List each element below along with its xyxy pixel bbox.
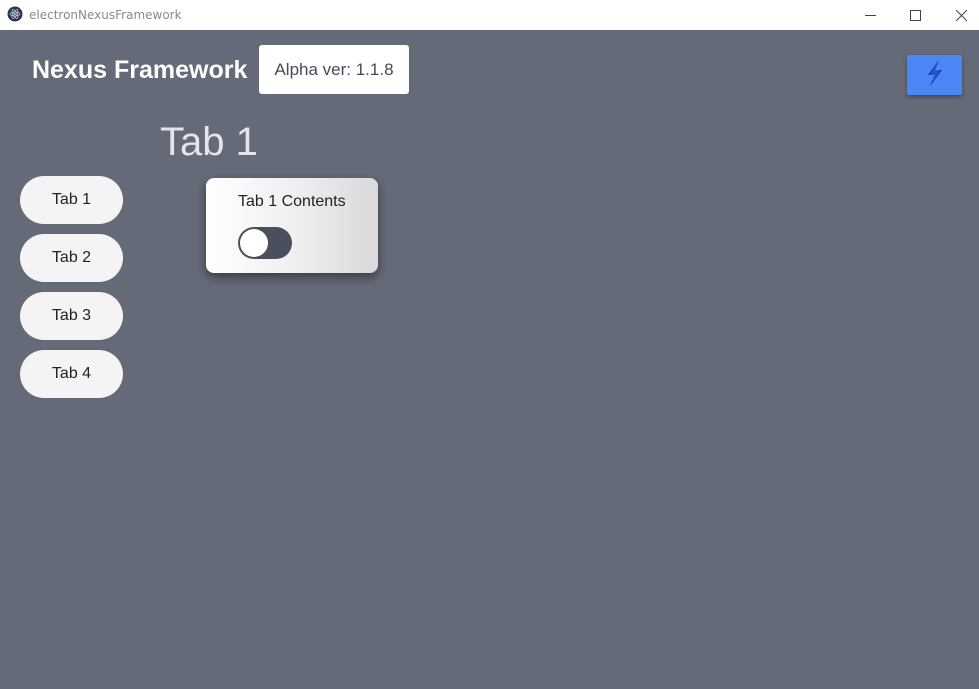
close-icon [955,9,967,21]
page-title: Tab 1 [160,120,258,164]
minimize-icon [864,10,876,21]
lightning-action-button[interactable] [907,55,962,95]
electron-app-icon [7,6,23,22]
tab-3-button[interactable]: Tab 3 [20,292,123,340]
window-titlebar: electronNexusFramework [0,0,979,30]
brand-title: Nexus Framework [32,56,248,84]
tab-4-button[interactable]: Tab 4 [20,350,123,398]
card-title: Tab 1 Contents [238,193,346,210]
window-title: electronNexusFramework [29,8,182,22]
version-badge: Alpha ver: 1.1.8 [259,45,409,94]
maximize-icon [909,9,921,21]
tab-1-button[interactable]: Tab 1 [20,176,123,224]
tab-2-button[interactable]: Tab 2 [20,234,123,282]
lightning-bolt-icon [922,58,948,93]
tab-content-card: Tab 1 Contents [206,178,378,273]
minimize-button[interactable] [847,0,893,30]
maximize-button[interactable] [892,0,938,30]
close-button[interactable] [938,0,979,30]
toggle-knob [240,229,268,257]
toggle-switch[interactable] [238,227,292,259]
